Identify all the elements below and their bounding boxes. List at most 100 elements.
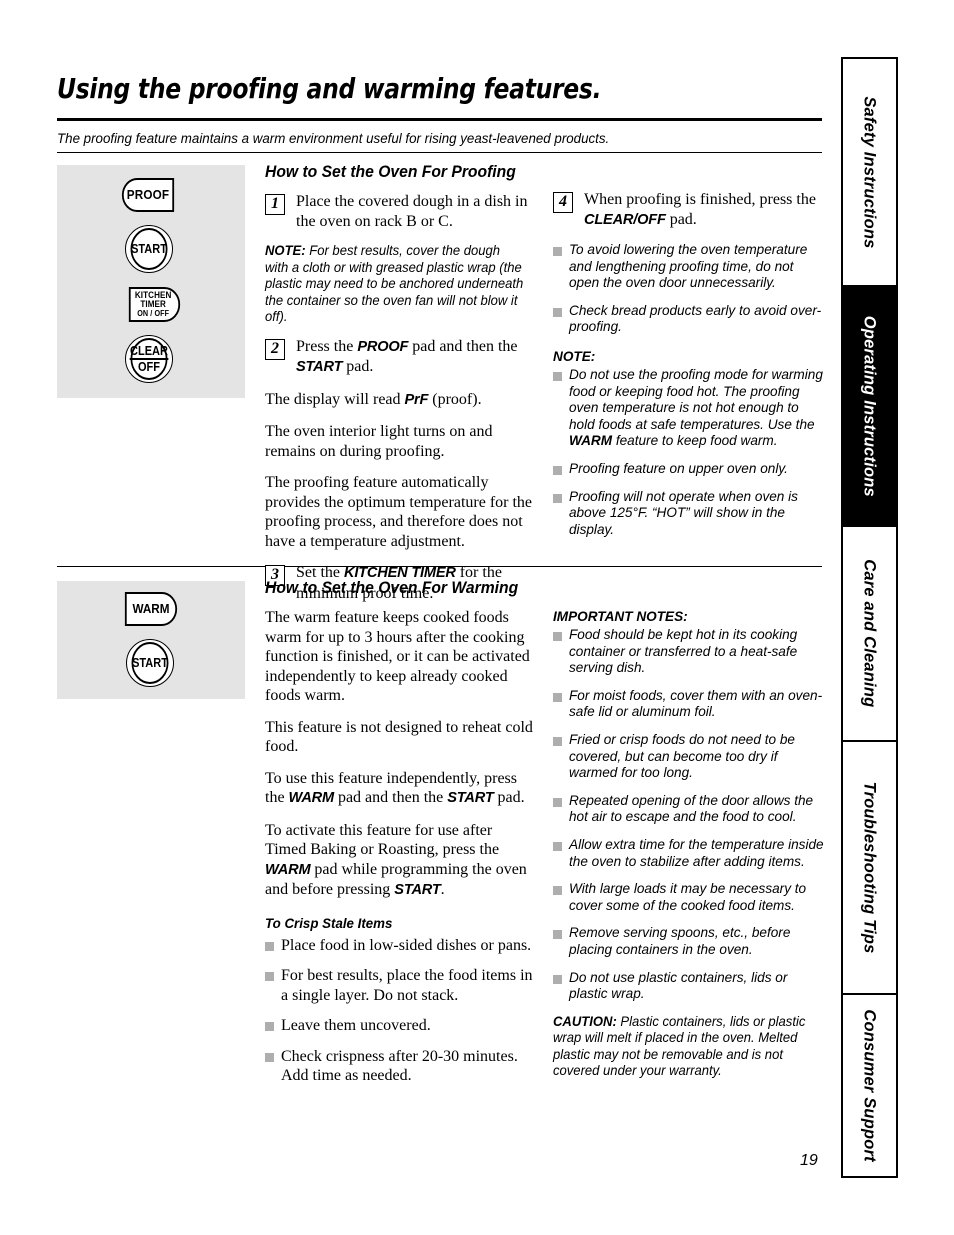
tab-troubleshooting-tips[interactable]: Troubleshooting Tips xyxy=(843,742,896,995)
step4-pad-clear-off: CLEAR/OFF xyxy=(584,211,666,228)
list-item: Leave them uncovered. xyxy=(265,1016,537,1036)
warming-paragraph-3: To use this feature independently, press… xyxy=(265,769,537,809)
proofing-step-1: 1 Place the covered dough in a dish in t… xyxy=(265,192,537,231)
para1-part-b: (proof). xyxy=(428,390,482,408)
step-text: When proofing is finished, press the CLE… xyxy=(584,190,825,230)
section-tab-bar: Safety Instructions Operating Instructio… xyxy=(841,57,898,1178)
bullet-text: Leave them uncovered. xyxy=(281,1017,431,1034)
tab-care-and-cleaning[interactable]: Care and Cleaning xyxy=(843,527,896,742)
bullet-text: With large loads it may be necessary to … xyxy=(569,881,807,913)
note-bullet-part-a: Do not use the proofing mode for warming… xyxy=(569,366,823,432)
crisp-stale-items-heading: To Crisp Stale Items xyxy=(265,914,393,931)
bullet-square-icon xyxy=(553,974,562,984)
start-pad-warming[interactable]: START xyxy=(126,639,174,687)
proofing-instructions-column: How to Set the Oven For Proofing 1 Place… xyxy=(265,162,537,615)
tab-label: Troubleshooting Tips xyxy=(860,781,880,954)
bullet-square-icon xyxy=(553,493,562,503)
step-text: Press the PROOF pad and then the START p… xyxy=(296,337,537,378)
page-title: Using the proofing and warming features. xyxy=(57,72,602,105)
list-item: Proofing will not operate when oven is a… xyxy=(553,489,825,539)
para4-pad-start: START xyxy=(394,882,441,898)
proof-pad[interactable]: PROOF xyxy=(121,178,175,212)
bullet-square-icon xyxy=(265,941,274,951)
step2-part-b: pad and then the xyxy=(408,337,518,355)
proofing-note-1: NOTE: For best results, cover the dough … xyxy=(265,243,526,326)
note-label: NOTE: xyxy=(265,243,306,258)
proofing-paragraph-2: The oven interior light turns on and rem… xyxy=(265,423,493,460)
important-notes-heading: IMPORTANT NOTES: xyxy=(553,609,688,624)
clear-off-line1: CLEAR xyxy=(130,343,168,360)
bullet-text: Check crispness after 20-30 minutes. Add… xyxy=(281,1047,518,1085)
tab-label: Consumer Support xyxy=(860,1009,880,1162)
bullet-square-icon xyxy=(553,692,562,702)
para3-part-b: pad and then the xyxy=(333,789,448,806)
list-item: Remove serving spoons, etc., before plac… xyxy=(553,925,825,958)
kitchen-timer-pad[interactable]: KITCHEN TIMER ON / OFF xyxy=(128,287,181,322)
bullet-square-icon xyxy=(553,797,562,807)
bullet-square-icon xyxy=(265,1052,274,1062)
warm-pad-label: WARM xyxy=(132,601,170,617)
tab-operating-instructions[interactable]: Operating Instructions xyxy=(843,287,896,527)
tab-consumer-support[interactable]: Consumer Support xyxy=(843,995,896,1176)
bullet-square-icon xyxy=(265,1022,274,1031)
list-item: With large loads it may be necessary to … xyxy=(553,881,825,914)
tab-label: Care and Cleaning xyxy=(860,559,880,708)
bullet-text: Proofing feature on upper oven only. xyxy=(569,460,788,476)
bullet-square-icon xyxy=(553,247,562,256)
proofing-paragraph-1: The display will read PrF (proof). xyxy=(265,390,537,411)
tab-label: Safety Instructions xyxy=(860,95,880,249)
caution-label: CAUTION: xyxy=(553,1013,617,1029)
bullet-text: Do not use the proofing mode for warming… xyxy=(569,367,825,450)
list-item: For moist foods, cover them with an oven… xyxy=(553,688,825,721)
warming-paragraph-2: This feature is not designed to reheat c… xyxy=(265,718,533,756)
list-item: To avoid lowering the oven temperature a… xyxy=(553,242,825,292)
para3-part-c: pad. xyxy=(493,789,525,806)
para4-pad-warm: WARM xyxy=(265,861,311,878)
bullet-text: Proofing will not operate when oven is a… xyxy=(569,488,798,537)
warming-instructions-column: How to Set the Oven For Warming The warm… xyxy=(265,578,537,1097)
page-subtitle: The proofing feature maintains a warm en… xyxy=(57,131,610,147)
bullet-square-icon xyxy=(553,307,562,317)
list-item: Place food in low-sided dishes or pans. xyxy=(265,936,537,956)
list-item: Do not use the proofing mode for warming… xyxy=(553,367,825,450)
bullet-square-icon xyxy=(553,930,562,940)
list-item: Repeated opening of the door allows the … xyxy=(553,793,825,826)
warming-heading: How to Set the Oven For Warming xyxy=(265,579,519,597)
bullet-square-icon xyxy=(553,371,562,381)
list-item: Check crispness after 20-30 minutes. Add… xyxy=(265,1047,537,1086)
bullet-square-icon xyxy=(553,632,562,641)
bullet-text: Repeated opening of the door allows the … xyxy=(569,792,814,825)
start-pad[interactable]: START xyxy=(125,225,173,273)
title-divider xyxy=(57,118,822,121)
bullet-square-icon xyxy=(553,886,562,896)
bullet-square-icon xyxy=(265,972,274,981)
para3-pad-start: START xyxy=(447,790,494,806)
step2-part-a: Press the xyxy=(296,337,358,355)
warming-paragraph-4: To activate this feature for use after T… xyxy=(265,821,537,901)
bullet-text: Place food in low-sided dishes or pans. xyxy=(281,936,532,954)
list-item: Proofing feature on upper oven only. xyxy=(553,461,825,478)
start-pad-label: START xyxy=(131,241,167,256)
warm-pad[interactable]: WARM xyxy=(124,592,178,626)
step4-part-a: When proofing is finished, press the xyxy=(584,191,816,208)
clear-off-pad[interactable]: CLEAR OFF xyxy=(125,335,173,383)
para4-part-a: To activate this feature for use after T… xyxy=(265,821,500,859)
bullet-text: To avoid lowering the oven temperature a… xyxy=(569,242,808,291)
bullet-square-icon xyxy=(553,736,562,746)
tab-safety-instructions[interactable]: Safety Instructions xyxy=(843,59,896,287)
caution-note: CAUTION: Plastic containers, lids or pla… xyxy=(553,1014,814,1080)
step2-pad-proof: PROOF xyxy=(357,338,409,355)
step-text: Place the covered dough in a dish in the… xyxy=(296,193,528,230)
note-bullet-pad-warm: WARM xyxy=(569,433,613,449)
step2-part-c: pad. xyxy=(342,358,374,376)
manual-page: Using the proofing and warming features.… xyxy=(0,0,954,1235)
list-item: Food should be kept hot in its cooking c… xyxy=(553,627,825,677)
proofing-notes-column: 4 When proofing is finished, press the C… xyxy=(553,190,825,549)
warming-notes-column: IMPORTANT NOTES: Food should be kept hot… xyxy=(553,608,825,1091)
proofing-step-4: 4 When proofing is finished, press the C… xyxy=(553,190,825,230)
clear-off-line2: OFF xyxy=(138,359,160,374)
step-number: 4 xyxy=(553,192,573,213)
bullet-text: Check bread products early to avoid over… xyxy=(569,302,822,335)
section-divider-top xyxy=(57,152,822,153)
display-code-prf: PrF xyxy=(404,391,429,408)
